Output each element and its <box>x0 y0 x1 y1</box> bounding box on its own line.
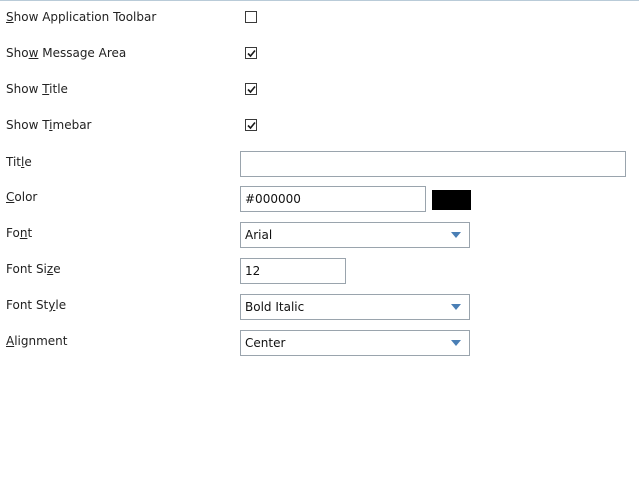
font-dropdown-value: Arial <box>245 228 273 242</box>
color-swatch[interactable] <box>432 190 471 210</box>
show-title-label: Show Title <box>6 82 68 96</box>
row-alignment: Alignment Center <box>0 330 639 356</box>
font-style-dropdown[interactable]: Bold Italic <box>240 294 470 320</box>
title-input[interactable] <box>240 151 626 177</box>
checkmark-icon <box>247 121 256 130</box>
row-font-style: Font Style Bold Italic <box>0 294 639 320</box>
checkmark-icon <box>247 49 256 58</box>
show-timebar-label: Show Timebar <box>6 118 92 132</box>
row-title: Title <box>0 151 639 177</box>
show-message-area-checkbox[interactable] <box>245 47 257 59</box>
row-font-size: Font Size 12 <box>0 258 639 284</box>
row-show-title: Show Title <box>0 78 639 104</box>
color-label: Color <box>6 190 38 204</box>
font-dropdown[interactable]: Arial <box>240 222 470 248</box>
show-timebar-checkbox[interactable] <box>245 119 257 131</box>
show-message-area-label: Show Message Area <box>6 46 127 60</box>
row-color: Color #000000 <box>0 186 639 212</box>
color-input[interactable]: #000000 <box>240 186 426 212</box>
show-application-toolbar-label: Show Application Toolbar <box>6 10 157 24</box>
font-label: Font <box>6 226 33 240</box>
chevron-down-icon[interactable] <box>451 304 461 310</box>
row-show-timebar: Show Timebar <box>0 114 639 140</box>
checkmark-icon <box>247 85 256 94</box>
row-font: Font Arial <box>0 222 639 248</box>
font-size-input[interactable]: 12 <box>240 258 346 284</box>
font-style-dropdown-value: Bold Italic <box>245 300 305 314</box>
row-show-application-toolbar: Show Application Toolbar <box>0 6 639 32</box>
chevron-down-icon[interactable] <box>451 232 461 238</box>
alignment-dropdown[interactable]: Center <box>240 330 470 356</box>
alignment-label: Alignment <box>6 334 68 348</box>
show-application-toolbar-checkbox[interactable] <box>245 11 257 23</box>
font-style-label: Font Style <box>6 298 67 312</box>
show-title-checkbox[interactable] <box>245 83 257 95</box>
top-border <box>0 0 639 1</box>
alignment-dropdown-value: Center <box>245 336 286 350</box>
chevron-down-icon[interactable] <box>451 340 461 346</box>
font-size-label: Font Size <box>6 262 61 276</box>
row-show-message-area: Show Message Area <box>0 42 639 68</box>
title-label: Title <box>6 155 32 169</box>
